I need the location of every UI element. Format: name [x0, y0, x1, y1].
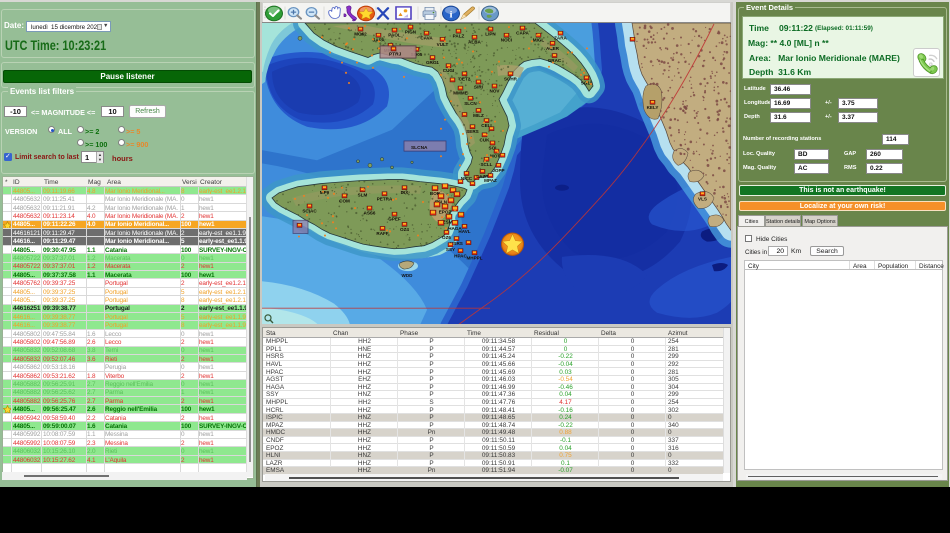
- svg-text:ZARA: ZARA: [554, 36, 567, 41]
- svg-text:SERS: SERS: [466, 129, 479, 134]
- svg-text:SIRI: SIRI: [474, 84, 483, 89]
- svg-text:SLCN: SLCN: [464, 101, 477, 106]
- svg-text:MHPPL: MHPPL: [466, 255, 482, 260]
- svg-text:GRAC: GRAC: [548, 58, 562, 63]
- svg-text:SCIAC: SCIAC: [302, 209, 317, 214]
- svg-text:KELY: KELY: [647, 105, 660, 110]
- svg-text:OZ4: OZ4: [400, 227, 409, 232]
- svg-text:SCHR: SCHR: [504, 76, 518, 81]
- svg-text:VLS: VLS: [698, 196, 707, 201]
- svg-text:MMME: MMME: [453, 91, 468, 96]
- svg-text:i: i: [449, 10, 452, 20]
- svg-text:VULT: VULT: [437, 42, 449, 47]
- svg-text:MO62: MO62: [354, 32, 367, 37]
- svg-text:HPAC: HPAC: [454, 253, 467, 258]
- svg-text:RAFF: RAFF: [376, 231, 388, 236]
- svg-text:MP9: MP9: [320, 190, 330, 195]
- svg-text:WDD: WDD: [402, 273, 414, 278]
- svg-text:PETRA: PETRA: [377, 196, 393, 201]
- svg-text:NOCI: NOCI: [501, 38, 512, 43]
- svg-text:PALZ: PALZ: [453, 34, 465, 39]
- svg-text:LIPN: LIPN: [485, 32, 496, 37]
- svg-text:GPEF: GPEF: [388, 217, 401, 222]
- svg-text:CAPA: CAPA: [516, 31, 529, 36]
- svg-text:CUK: CUK: [480, 137, 491, 142]
- svg-text:ALBA: ALBA: [468, 40, 481, 45]
- svg-text:CAVA: CAVA: [420, 36, 433, 41]
- svg-text:ASS6: ASS6: [364, 211, 376, 216]
- svg-text:OZ6: OZ6: [442, 235, 451, 240]
- svg-text:HAVL: HAVL: [458, 229, 470, 234]
- svg-text:PIGN: PIGN: [405, 30, 417, 35]
- svg-text:PAOL: PAOL: [388, 33, 401, 38]
- svg-text:DIX: DIX: [401, 190, 410, 195]
- svg-text:EPOZ: EPOZ: [439, 210, 452, 215]
- svg-text:NOV: NOV: [490, 89, 501, 94]
- svg-text:ACER: ACER: [546, 46, 560, 51]
- svg-text:GRO1: GRO1: [426, 60, 439, 65]
- svg-text:PTRJ: PTRJ: [389, 52, 402, 58]
- svg-text:MPAZ: MPAZ: [484, 178, 497, 183]
- svg-text:CET2: CET2: [459, 76, 471, 81]
- svg-text:CUGI: CUGI: [443, 68, 454, 73]
- svg-text:COM: COM: [339, 198, 350, 203]
- svg-text:MILZ: MILZ: [473, 113, 484, 118]
- svg-text:SSY: SSY: [446, 247, 456, 252]
- svg-text:MIGL: MIGL: [533, 38, 545, 43]
- svg-text:SLCNA: SLCNA: [411, 145, 428, 151]
- svg-text:JOPP: JOPP: [492, 168, 504, 173]
- svg-text:SCLL: SCLL: [481, 162, 493, 167]
- svg-text:SLM: SLM: [358, 192, 368, 197]
